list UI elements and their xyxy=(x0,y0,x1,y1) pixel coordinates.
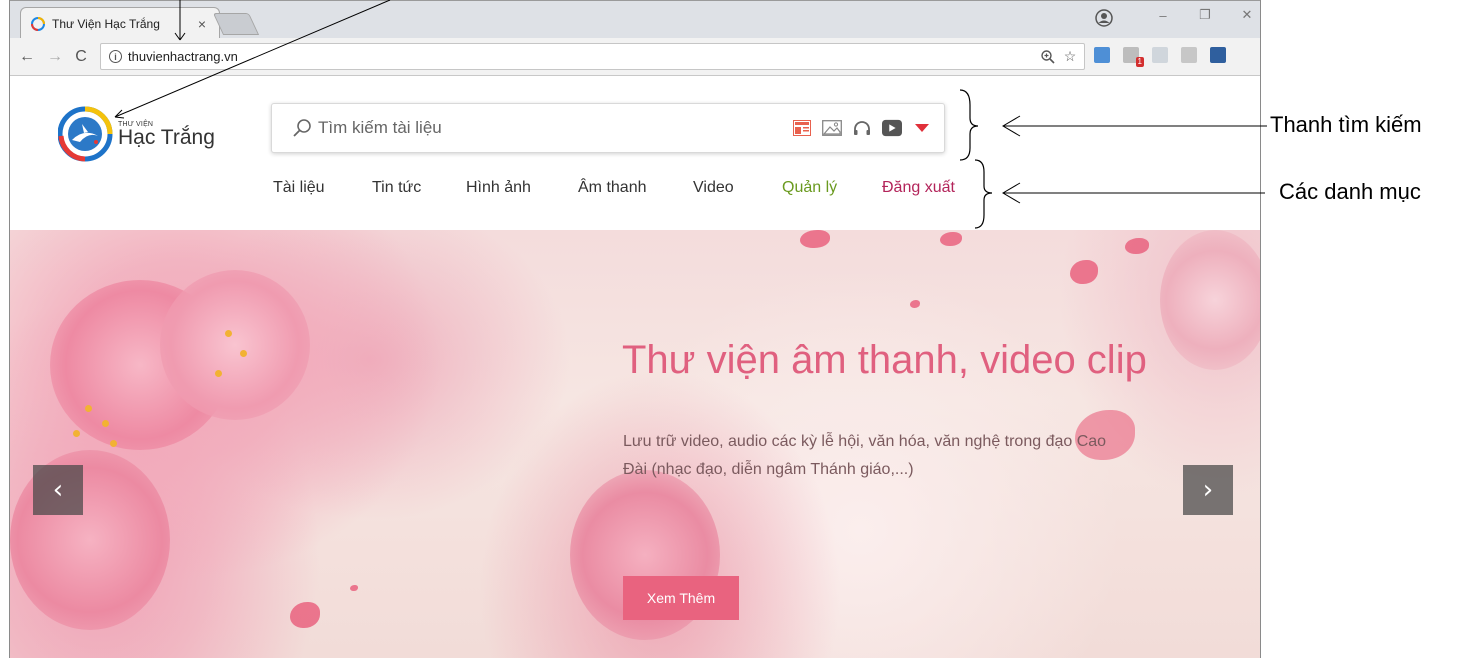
window-controls: – ❐ ✕ xyxy=(1156,7,1254,23)
nav-item-quan-ly[interactable]: Quản lý xyxy=(782,179,837,197)
forward-arrow-icon[interactable]: → xyxy=(46,49,64,65)
nav-item-dang-xuat[interactable]: Đăng xuất xyxy=(882,179,955,197)
address-bar[interactable]: i thuvienhactrang.vn ☆ xyxy=(100,43,1085,70)
stamen-decoration xyxy=(73,430,80,437)
hero-carousel: Thư viện âm thanh, video clip Lưu trữ vi… xyxy=(10,230,1260,658)
blossom-decoration xyxy=(1160,230,1260,370)
stamen-decoration xyxy=(225,330,232,337)
petal-decoration xyxy=(940,232,962,246)
document-icon[interactable] xyxy=(792,119,812,137)
annotation-categories: Các danh mục xyxy=(1279,179,1421,204)
site-logo[interactable]: THƯ VIỆN Hạc Trắng xyxy=(58,106,215,162)
nav-item-tin-tuc[interactable]: Tin tức xyxy=(372,179,421,197)
pdf-extension-icon[interactable] xyxy=(1181,47,1197,63)
hero-description: Lưu trữ video, audio các kỳ lễ hội, văn … xyxy=(623,433,1107,478)
hero-title: Thư viện âm thanh, video clip xyxy=(622,338,1147,382)
petal-decoration xyxy=(1070,260,1098,284)
carousel-next-button[interactable]: › xyxy=(1183,465,1233,515)
extension-badge: 1 xyxy=(1135,57,1144,67)
screenshot-root: Thư Viện Hạc Trắng × – ❐ ✕ ← → C i thuvi… xyxy=(0,0,1471,658)
site-header: THƯ VIỆN Hạc Trắng Tìm kiếm tài liệu Tài… xyxy=(10,77,1260,230)
maximize-icon[interactable]: ❐ xyxy=(1198,7,1212,23)
carousel-prev-button[interactable]: ‹ xyxy=(33,465,83,515)
stamen-decoration xyxy=(110,440,117,447)
crane-logo-icon xyxy=(58,106,113,162)
search-bar xyxy=(271,103,945,153)
petal-decoration xyxy=(910,300,920,308)
annotation-search-bar: Thanh tìm kiếm xyxy=(1270,112,1422,137)
see-more-button[interactable]: Xem Thêm xyxy=(623,576,739,620)
back-arrow-icon[interactable]: ← xyxy=(18,49,36,65)
minimize-icon[interactable]: – xyxy=(1156,8,1170,23)
tab-close-icon[interactable]: × xyxy=(195,16,209,32)
extension-icons: 1 xyxy=(1094,47,1226,67)
browser-tab[interactable]: Thư Viện Hạc Trắng × xyxy=(20,7,220,39)
search-input[interactable] xyxy=(318,118,782,138)
logo-text: THƯ VIỆN Hạc Trắng xyxy=(118,121,215,148)
nav-item-tai-lieu[interactable]: Tài liệu xyxy=(273,179,325,197)
dropbox-extension-icon[interactable] xyxy=(1152,47,1168,63)
stamen-decoration xyxy=(240,350,247,357)
petal-decoration xyxy=(1125,238,1149,254)
tab-title: Thư Viện Hạc Trắng xyxy=(52,16,160,31)
reload-icon[interactable]: C xyxy=(72,49,90,65)
adblock-extension-icon[interactable]: 1 xyxy=(1123,47,1144,67)
stamen-decoration xyxy=(102,420,109,427)
stamen-decoration xyxy=(85,405,92,412)
download-extension-icon[interactable] xyxy=(1210,47,1226,63)
zoom-icon[interactable] xyxy=(1040,49,1056,65)
close-window-icon[interactable]: ✕ xyxy=(1240,7,1254,23)
translate-extension-icon[interactable] xyxy=(1094,47,1110,63)
tab-strip: Thư Viện Hạc Trắng × – ❐ ✕ xyxy=(10,0,1260,39)
star-icon[interactable]: ☆ xyxy=(1060,48,1080,65)
nav-item-am-thanh[interactable]: Âm thanh xyxy=(578,179,646,197)
petal-decoration xyxy=(290,602,320,628)
browser-toolbar: ← → C i thuvienhactrang.vn ☆ 1 xyxy=(10,38,1260,76)
blossom-decoration xyxy=(160,270,310,420)
logo-big-text: Hạc Trắng xyxy=(118,125,215,149)
site-info-icon[interactable]: i xyxy=(109,50,122,63)
nav-item-video[interactable]: Video xyxy=(693,179,734,197)
video-icon[interactable] xyxy=(882,119,902,137)
stamen-decoration xyxy=(215,370,222,377)
image-icon[interactable] xyxy=(822,119,842,137)
browser-window: Thư Viện Hạc Trắng × – ❐ ✕ ← → C i thuvi… xyxy=(9,0,1261,658)
headphones-icon[interactable] xyxy=(852,119,872,137)
chevron-down-icon[interactable] xyxy=(912,119,932,137)
petal-decoration xyxy=(350,585,358,591)
user-profile-icon[interactable] xyxy=(1095,9,1113,27)
petal-decoration xyxy=(800,230,830,248)
nav-item-hinh-anh[interactable]: Hình ảnh xyxy=(466,179,531,197)
site-favicon-icon xyxy=(31,16,45,31)
address-url[interactable]: thuvienhactrang.vn xyxy=(128,49,1040,64)
search-icon[interactable] xyxy=(292,118,312,138)
